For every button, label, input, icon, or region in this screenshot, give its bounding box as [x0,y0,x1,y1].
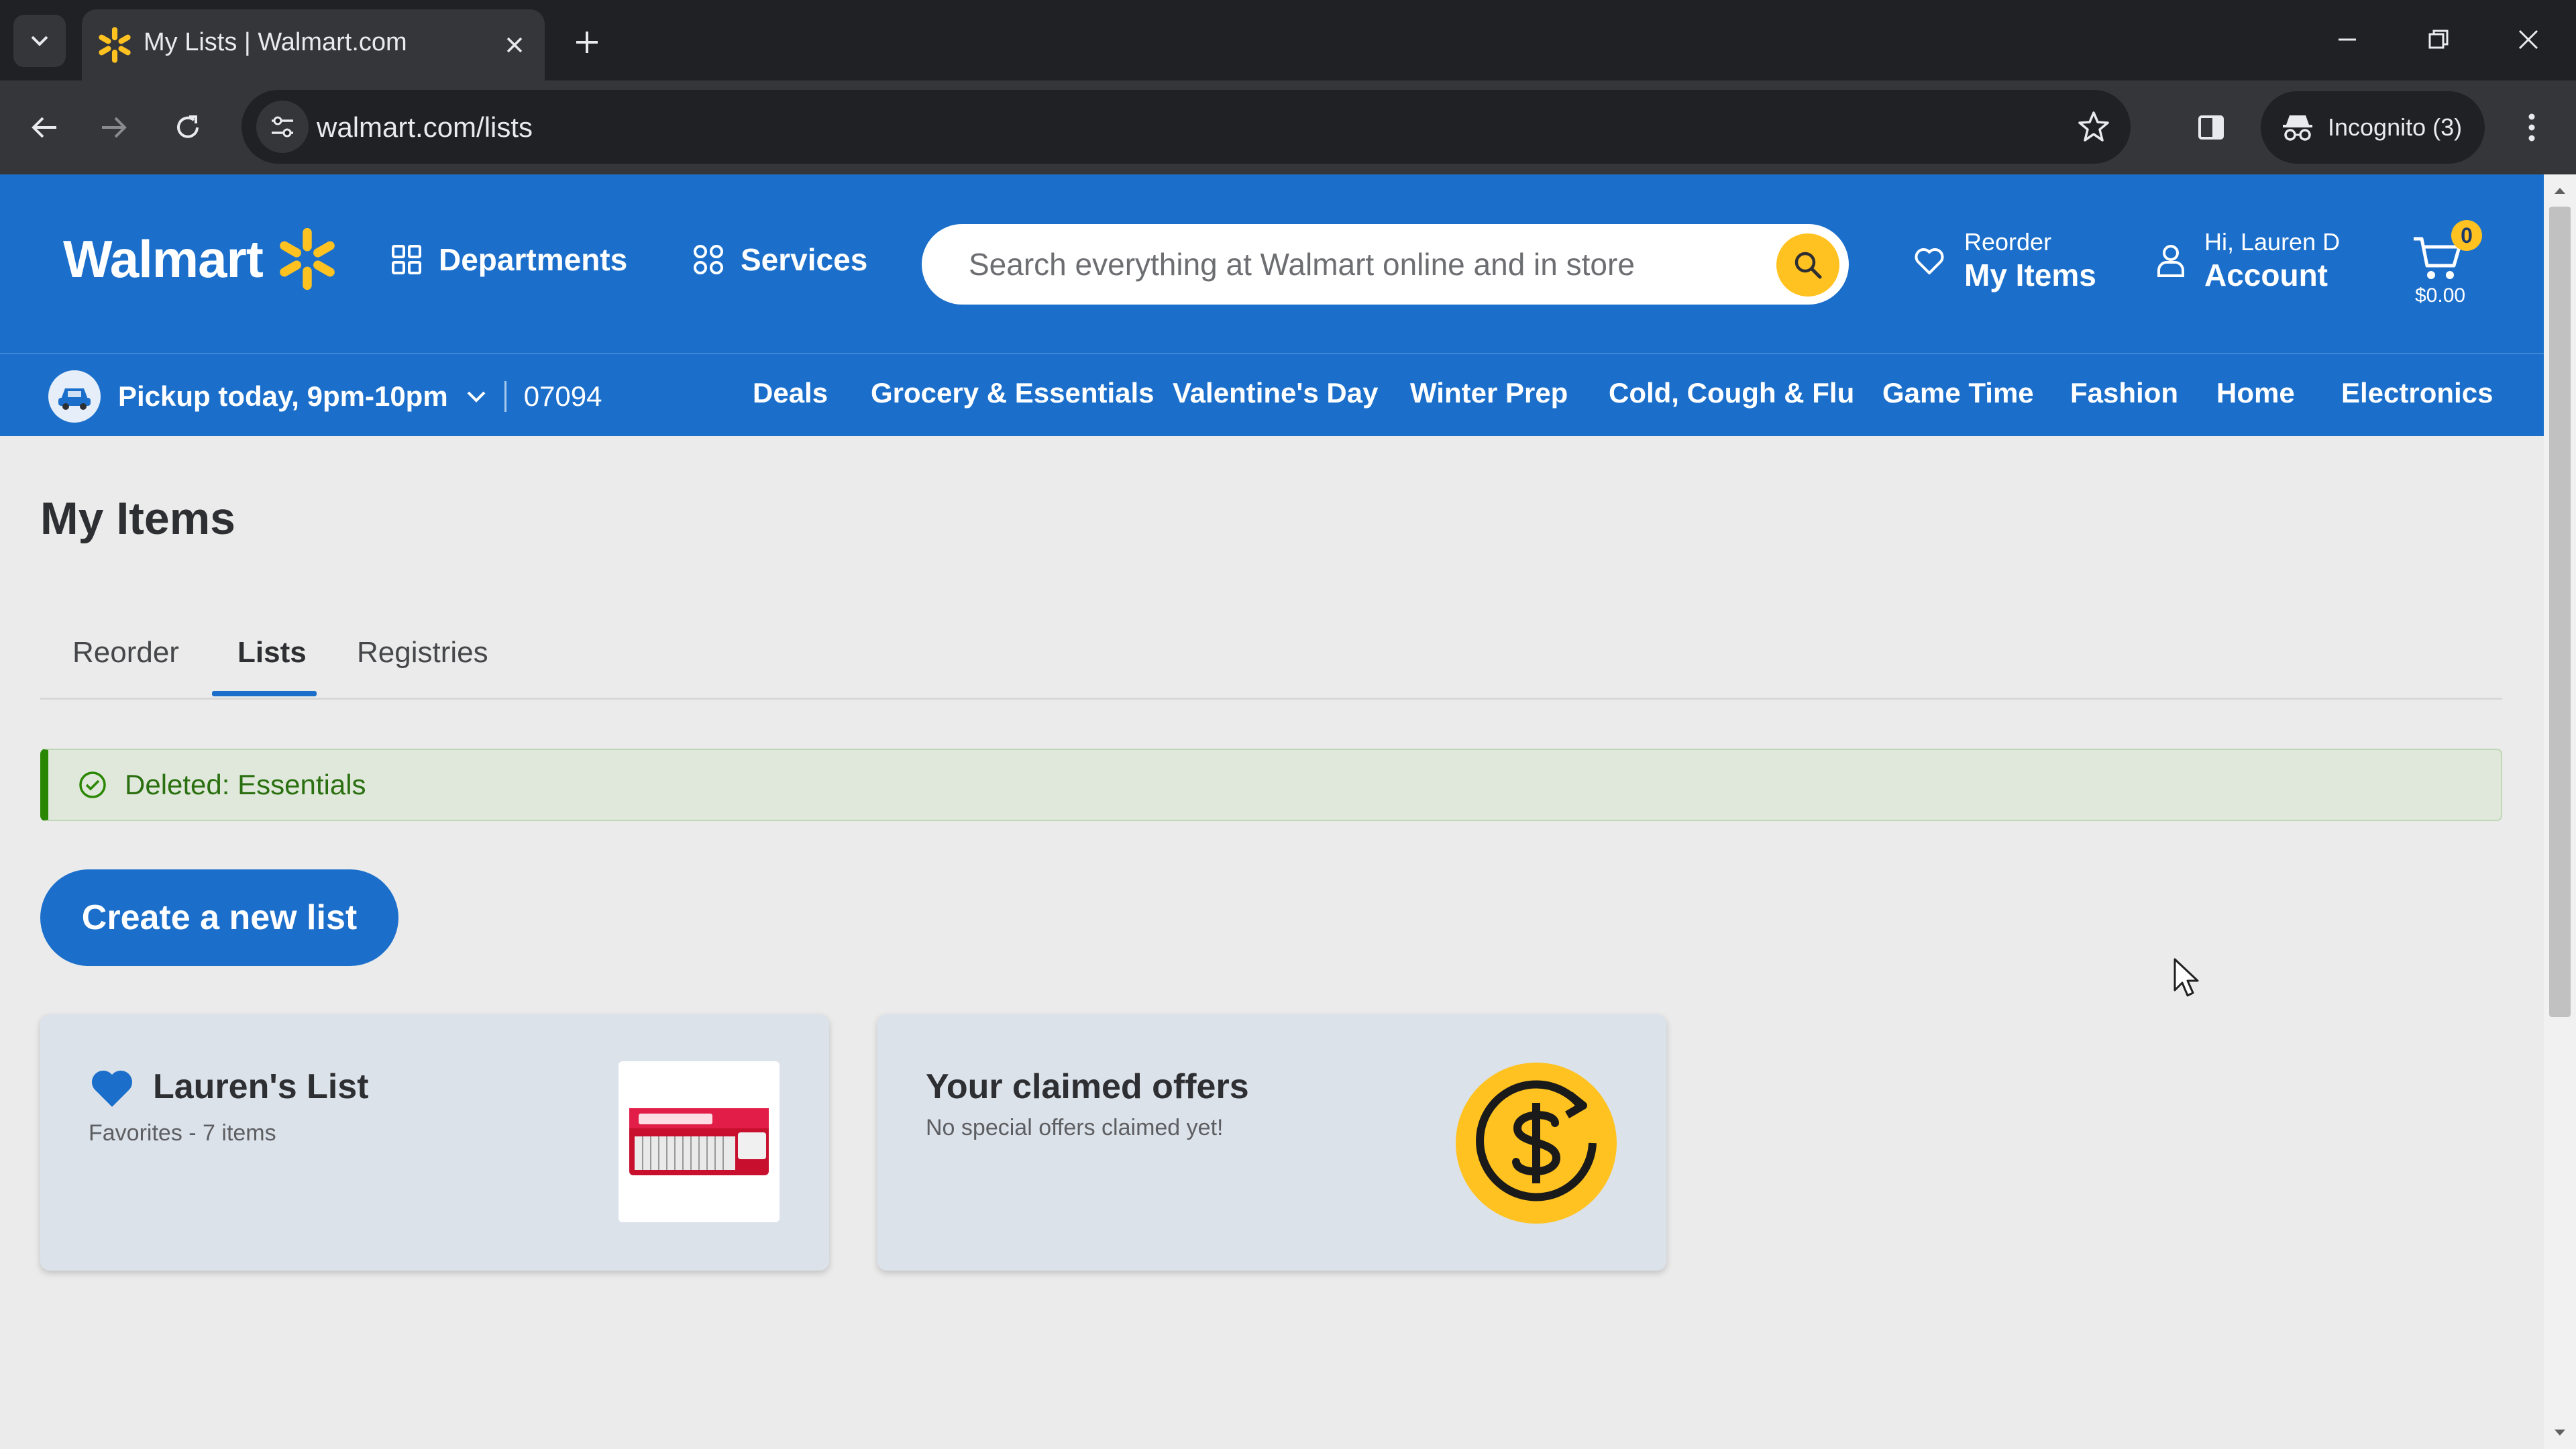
heart-filled-icon [91,1070,133,1107]
offers-card[interactable]: Your claimed offers No special offers cl… [877,1014,1666,1271]
reorder-my-items-link[interactable]: Reorder My Items [1913,228,2096,294]
list-card-laurens-list[interactable]: Lauren's List Favorites - 7 items [40,1014,829,1271]
pickup-selector[interactable]: Pickup today, 9pm-10pm 07094 [48,370,602,423]
dollar-coin-icon [1456,1063,1617,1224]
grid-icon [392,245,421,274]
incognito-profile-button[interactable]: Incognito (3) [2261,91,2485,164]
list-card-subtitle: Favorites - 7 items [89,1120,276,1146]
services-grid-icon [694,245,723,274]
scrollbar-thumb[interactable] [2549,207,2571,1017]
browser-tab-active[interactable]: My Lists | Walmart.com [82,9,545,80]
account-greeting: Hi, Lauren D [2204,228,2341,256]
walmart-logo-text: Walmart [63,229,264,288]
back-arrow-icon[interactable] [17,101,71,154]
walmart-header: Walmart Departments Services Reorder [0,174,2544,353]
bookmark-star-icon[interactable] [2069,102,2118,152]
side-panel-icon[interactable] [2184,101,2238,154]
tab-reorder[interactable]: Reorder [72,636,179,669]
list-thumbnail-image [619,1061,780,1222]
account-link[interactable]: Hi, Lauren D Account [2156,228,2340,294]
restore-icon[interactable] [2410,16,2467,63]
departments-button[interactable]: Departments [390,241,627,278]
minimize-icon[interactable] [2318,16,2376,63]
account-label: Account [2204,258,2328,292]
zip-code: 07094 [523,380,602,412]
success-alert: Deleted: Essentials [40,749,2502,821]
my-items-label: My Items [1964,258,2096,292]
kebab-menu-icon[interactable] [2505,101,2559,154]
battery-pack-image [629,1108,769,1175]
nav-deals[interactable]: Deals [753,377,828,409]
search-box [922,224,1849,305]
cart-total: $0.00 [2415,284,2466,307]
page-scrollbar[interactable] [2544,174,2576,1449]
chevron-down-icon [31,36,48,46]
alert-message: Deleted: Essentials [125,769,366,800]
site-info-tune-icon[interactable] [256,101,309,153]
offers-card-subtitle: No special offers claimed yet! [926,1115,1224,1140]
chevron-down-icon [467,391,486,402]
scroll-down-arrow-icon[interactable] [2544,1417,2576,1449]
services-button[interactable]: Services [692,241,867,278]
browser-toolbar: walmart.com/lists Incognito (3) [0,80,2576,174]
new-tab-icon[interactable] [565,20,609,64]
incognito-icon [2283,115,2312,141]
address-bar[interactable]: walmart.com/lists [241,90,2131,164]
nav-valentines-day[interactable]: Valentine's Day [1173,377,1378,409]
scroll-up-arrow-icon[interactable] [2544,174,2576,207]
pickup-separator [504,381,506,412]
nav-grocery-essentials[interactable]: Grocery & Essentials [871,377,1155,409]
check-circle-icon [79,771,106,798]
car-icon [48,370,101,423]
tab-lists[interactable]: Lists [237,636,307,669]
departments-label: Departments [439,242,628,277]
tab-registries[interactable]: Registries [357,636,488,669]
user-icon [2157,245,2184,277]
tab-title: My Lists | Walmart.com [144,28,407,56]
walmart-logo[interactable]: Walmart [63,227,339,291]
forward-arrow-icon[interactable] [87,101,141,154]
tab-search-button[interactable] [13,15,66,67]
nav-electronics[interactable]: Electronics [2341,377,2493,409]
list-card-title: Lauren's List [153,1067,369,1106]
search-input[interactable] [969,243,1747,286]
search-button[interactable] [1776,233,1839,297]
heart-outline-icon [1915,248,1944,274]
offers-card-title: Your claimed offers [926,1067,1249,1106]
nav-fashion[interactable]: Fashion [2070,377,2178,409]
reload-icon[interactable] [161,101,215,154]
active-tab-indicator [212,691,317,696]
nav-winter-prep[interactable]: Winter Prep [1410,377,1568,409]
create-new-list-button[interactable]: Create a new list [40,869,398,966]
spark-icon [280,227,335,290]
nav-cold-cough-flu[interactable]: Cold, Cough & Flu [1609,377,1854,409]
walmart-subnav: Pickup today, 9pm-10pm 07094 Deals Groce… [0,353,2544,436]
nav-home[interactable]: Home [2216,377,2295,409]
browser-tabstrip: My Lists | Walmart.com [0,0,2576,80]
cart-button[interactable]: 0 $0.00 [2411,219,2485,307]
walmart-spark-favicon-icon [95,25,134,64]
nav-game-time[interactable]: Game Time [1882,377,2034,409]
reorder-small-label: Reorder [1964,228,2052,256]
mouse-cursor-icon [2174,958,2199,997]
pickup-time-label: Pickup today, 9pm-10pm [118,380,448,412]
url-text[interactable]: walmart.com/lists [317,111,533,144]
incognito-label: Incognito (3) [2328,113,2463,141]
tabs-divider [40,698,2502,700]
close-window-icon[interactable] [2500,16,2557,63]
search-icon [1794,252,1822,279]
services-label: Services [741,242,868,277]
close-tab-icon[interactable] [496,27,533,63]
page-title: My Items [40,493,235,544]
cart-count-badge: 0 [2451,220,2482,251]
